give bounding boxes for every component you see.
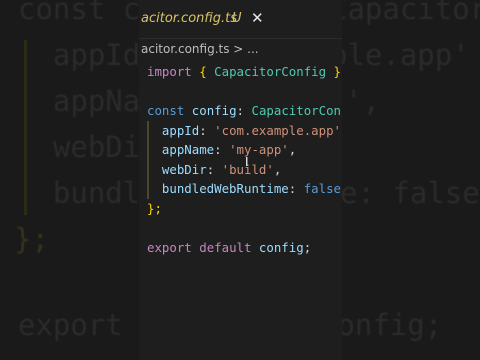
- tab-bar: acitor.config.ts U ✕: [139, 0, 342, 39]
- code-line-const: const config: CapacitorCon: [147, 103, 342, 118]
- code-line-appname: appName: 'my-app',: [161, 142, 297, 157]
- untracked-badge: U: [232, 11, 242, 26]
- code-line-import: import { CapacitorConfig }: [147, 64, 342, 79]
- code-line-webdir: webDir: 'build',: [161, 161, 282, 177]
- code-line-close: };: [147, 200, 162, 216]
- code-line-export: export default config;: [147, 239, 312, 255]
- text-cursor-icon: I: [245, 155, 249, 169]
- close-icon[interactable]: ✕: [251, 9, 264, 27]
- code-editor[interactable]: import { CapacitorConfig } const config:…: [147, 62, 341, 257]
- code-line-appid: appId: 'com.example.app': [161, 122, 341, 138]
- editor-panel: acitor.config.ts U ✕ acitor.config.ts > …: [139, 0, 342, 360]
- code-line-bundled: bundledWebRuntime: false: [161, 181, 341, 196]
- tab-filename: acitor.config.ts: [141, 11, 238, 26]
- breadcrumb[interactable]: acitor.config.ts > ...: [141, 42, 259, 56]
- tab-capacitor-config[interactable]: acitor.config.ts U ✕: [139, 0, 269, 38]
